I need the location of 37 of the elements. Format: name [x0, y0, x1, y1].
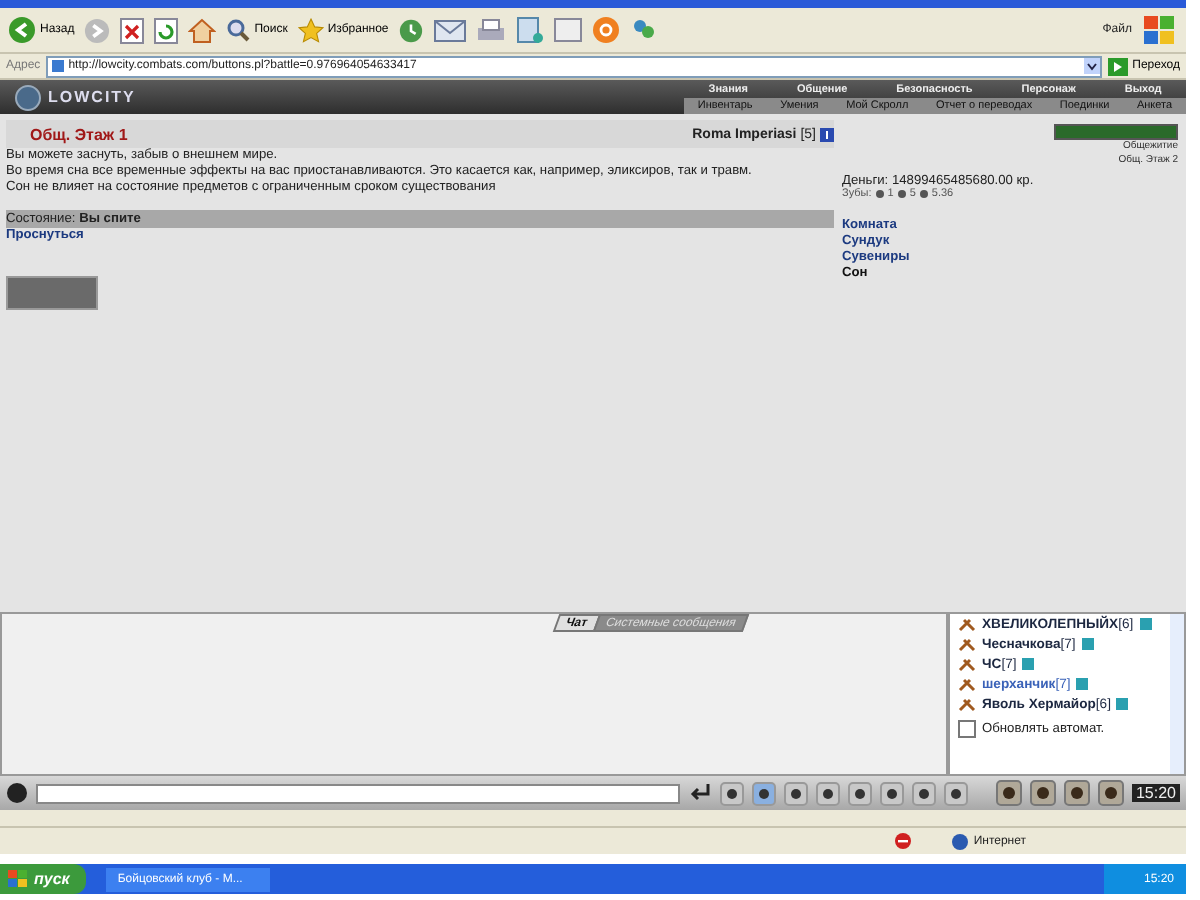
- game-clock: 15:20: [1131, 784, 1180, 802]
- swords-icon: [958, 657, 976, 671]
- scrollbar[interactable]: [1170, 614, 1184, 774]
- go-arrow-icon[interactable]: [1108, 57, 1129, 75]
- page-icon: [52, 60, 65, 72]
- dropdown-icon[interactable]: [1084, 58, 1101, 74]
- history-icon[interactable]: [398, 17, 425, 43]
- search-icon[interactable]: [226, 18, 251, 42]
- chat-input-field[interactable]: [36, 783, 680, 803]
- swords-icon: [958, 617, 976, 631]
- at-sign-icon[interactable]: [592, 16, 621, 44]
- swords-icon: [958, 697, 976, 711]
- printer-icon[interactable]: [476, 17, 507, 43]
- globe-icon: [951, 833, 968, 849]
- tooth-icon: [897, 190, 906, 198]
- info-icon[interactable]: [820, 127, 834, 141]
- counter-badge-icon[interactable]: [6, 276, 98, 310]
- game-logo[interactable]: LOWCITY: [0, 80, 684, 114]
- windows-logo-icon: [8, 870, 28, 888]
- emblem-icon: [12, 83, 44, 111]
- tooth-icon: [875, 190, 884, 198]
- forward-icon[interactable]: [84, 17, 111, 43]
- stop-icon[interactable]: [120, 17, 145, 43]
- window-icon[interactable]: [554, 18, 583, 42]
- start-button[interactable]: пуск: [0, 864, 86, 894]
- edit-icon[interactable]: [516, 16, 545, 44]
- home-icon[interactable]: [188, 17, 217, 43]
- mail-icon[interactable]: [434, 18, 467, 42]
- swords-icon: [958, 677, 976, 691]
- tooth-icon: [919, 190, 928, 198]
- blocked-icon: [893, 832, 912, 850]
- star-icon[interactable]: [297, 17, 324, 43]
- room-title: Общ. Этаж 1: [30, 125, 130, 143]
- windows-logo-icon: [1142, 14, 1178, 46]
- refresh-icon[interactable]: [154, 17, 179, 43]
- enter-icon[interactable]: [688, 782, 712, 804]
- swords-icon: [958, 637, 976, 651]
